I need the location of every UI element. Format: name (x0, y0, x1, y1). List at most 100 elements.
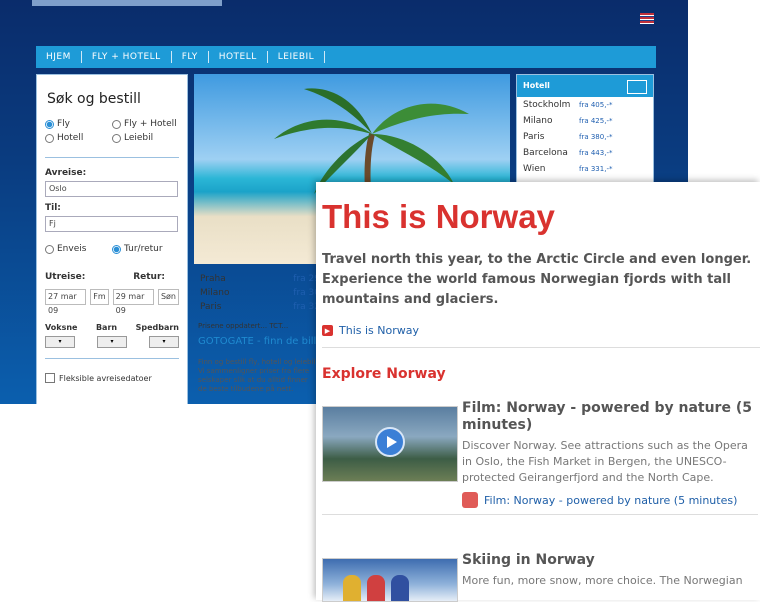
search-panel: Søk og bestill Fly Fly + Hotell Hotell L… (36, 74, 188, 404)
radio-return-dot[interactable] (112, 244, 121, 254)
radio-fly-label: Fly (57, 119, 71, 129)
skier-figure (391, 575, 409, 601)
destination-city: Paris (200, 302, 222, 312)
destination-city: Praha (200, 274, 226, 284)
skier-figure (367, 575, 385, 601)
from-input[interactable]: Oslo (45, 181, 178, 197)
depart-date[interactable]: 27 mar 09 (45, 289, 87, 315)
radio-oneway[interactable]: Enveis (45, 244, 112, 254)
nav-home[interactable]: HJEM (36, 51, 82, 63)
radio-hotel-dot[interactable] (45, 133, 54, 143)
main-nav: HJEM FLY + HOTELL FLY HOTELL LEIEBIL (36, 46, 656, 68)
hotel-header: Hotell (517, 75, 653, 97)
flexible-checkbox[interactable] (45, 373, 55, 383)
explore-heading: Explore Norway (322, 366, 446, 382)
adults-select[interactable]: ▾ (45, 336, 75, 348)
nav-fly[interactable]: FLY (172, 51, 209, 63)
divider (322, 514, 758, 515)
infants-select[interactable]: ▾ (149, 336, 179, 348)
nav-fly-hotel[interactable]: FLY + HOTELL (82, 51, 172, 63)
info-blurb: Finn og bestill fly, hotell og leiebil. … (198, 358, 318, 393)
hotel-price[interactable]: fra 443,-* (579, 145, 612, 161)
radio-car[interactable]: Leiebil (112, 133, 179, 143)
nav-car-rental[interactable]: LEIEBIL (268, 51, 326, 63)
to-input[interactable]: Fj (45, 216, 178, 232)
hotel-city: Barcelona (523, 148, 568, 158)
radio-hotel[interactable]: Hotell (45, 133, 112, 143)
infants-label: Spedbarn (135, 323, 179, 332)
radio-return[interactable]: Tur/retur (112, 244, 179, 254)
hotel-city: Paris (523, 132, 545, 142)
hotel-city: Stockholm (523, 100, 571, 110)
destination-price-list: Praha fra 29 Milano fra 30 Paris fra 32 (200, 272, 320, 314)
table-row[interactable]: Wien fra 331,-* (517, 161, 653, 177)
film-title[interactable]: Film: Norway - powered by nature (5 minu… (462, 400, 758, 434)
return-label: Retur: (133, 272, 165, 282)
hotel-price[interactable]: fra 405,-* (579, 97, 612, 113)
radio-hotel-label: Hotell (57, 133, 84, 143)
children-select[interactable]: ▾ (97, 336, 127, 348)
from-label: Avreise: (45, 168, 87, 178)
radio-fly-hotel-label: Fly + Hotell (124, 119, 177, 129)
norway-page: This is Norway Travel north this year, t… (316, 182, 760, 602)
flexible-label: Fleksible avreisedatoer (59, 373, 152, 383)
film-thumbnail[interactable] (322, 406, 458, 482)
return-date[interactable]: 29 mar 09 (112, 289, 154, 315)
list-item[interactable]: Praha fra 29 (200, 272, 320, 286)
return-day[interactable]: Søn (157, 289, 179, 305)
table-row[interactable]: Paris fra 380,-* (517, 129, 653, 145)
divider (45, 358, 179, 359)
play-icon[interactable] (375, 427, 405, 457)
depart-label: Utreise: (45, 272, 86, 282)
depart-day[interactable]: Fm (90, 289, 109, 305)
date-fields: 27 mar 09 Fm 29 mar 09 Søn (45, 289, 179, 315)
radio-fly-dot[interactable] (45, 119, 54, 129)
top-strip (32, 0, 222, 6)
hotel-title: Hotell (523, 81, 550, 90)
radio-fly[interactable]: Fly (45, 119, 112, 129)
radio-car-label: Leiebil (124, 133, 154, 143)
radio-car-dot[interactable] (112, 133, 121, 143)
hotel-panel: Hotell Stockholm fra 405,-* Milano fra 425… (516, 74, 654, 184)
bed-icon (627, 80, 647, 94)
table-row[interactable]: Barcelona fra 443,-* (517, 145, 653, 161)
traveler-labels: Voksne Barn Spedbarn (45, 323, 179, 332)
radio-fly-hotel[interactable]: Fly + Hotell (112, 119, 179, 129)
film-link[interactable]: Film: Norway - powered by nature (5 minu… (462, 492, 737, 508)
product-options: Fly Fly + Hotell Hotell Leiebil (45, 119, 179, 143)
skier-figure (343, 575, 361, 601)
divider (45, 157, 179, 158)
traveler-selects: ▾ ▾ ▾ (45, 336, 179, 348)
film-link-label[interactable]: Film: Norway - powered by nature (5 minu… (484, 494, 737, 507)
hotel-city: Wien (523, 164, 546, 174)
lead-paragraph: Travel north this year, to the Arctic Ci… (322, 252, 752, 307)
hotel-price[interactable]: fra 331,-* (579, 161, 612, 177)
radio-fly-hotel-dot[interactable] (112, 119, 121, 129)
flexible-dates[interactable]: Fleksible avreisedatoer (45, 373, 179, 383)
radio-oneway-label: Enveis (57, 244, 87, 254)
divider (322, 347, 760, 348)
to-label: Til: (45, 203, 61, 213)
radio-oneway-dot[interactable] (45, 244, 54, 254)
arrow-icon: ▶ (322, 325, 333, 336)
norway-flag-icon[interactable] (640, 13, 654, 24)
ski-title[interactable]: Skiing in Norway (462, 552, 758, 569)
table-row[interactable]: Milano fra 425,-* (517, 113, 653, 129)
list-item[interactable]: Paris fra 32 (200, 300, 320, 314)
hotel-price[interactable]: fra 425,-* (579, 113, 612, 129)
video-icon (462, 492, 478, 508)
price-credit: Prisene oppdatert... TCT... (198, 322, 289, 330)
children-label: Barn (95, 323, 118, 332)
this-is-norway-link-label[interactable]: This is Norway (339, 324, 419, 337)
destination-city: Milano (200, 288, 230, 298)
this-is-norway-link[interactable]: ▶ This is Norway (322, 324, 760, 337)
list-item[interactable]: Milano fra 30 (200, 286, 320, 300)
radio-return-label: Tur/retur (124, 244, 163, 254)
nav-hotel[interactable]: HOTELL (209, 51, 268, 63)
hotel-price[interactable]: fra 380,-* (579, 129, 612, 145)
ski-info: Skiing in Norway More fun, more snow, mo… (462, 552, 758, 589)
ski-thumbnail[interactable] (322, 558, 458, 602)
film-description: Discover Norway. See attractions such as… (462, 439, 748, 484)
table-row[interactable]: Stockholm fra 405,-* (517, 97, 653, 113)
film-info: Film: Norway - powered by nature (5 minu… (462, 400, 758, 486)
